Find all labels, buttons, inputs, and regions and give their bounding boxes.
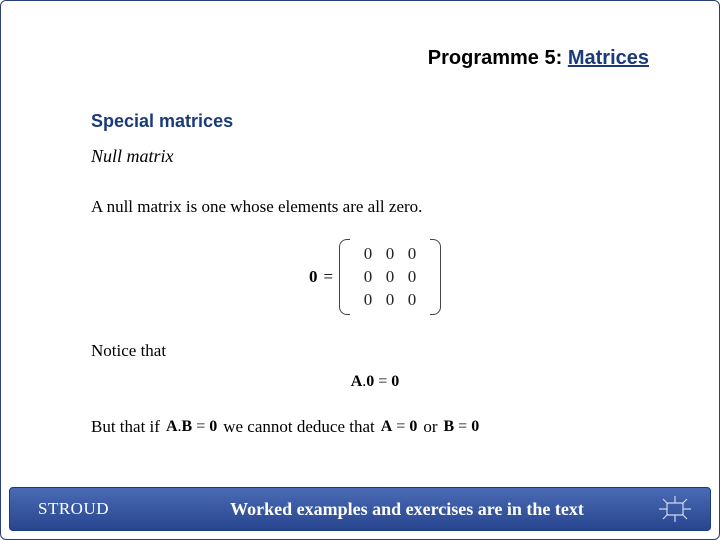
topic-label: Matrices [568, 47, 649, 69]
footer-bar: STROUD Worked examples and exercises are… [9, 487, 711, 531]
matrix-cell: 0 [386, 244, 395, 264]
eq-a0: A = 0 [381, 418, 418, 436]
null-matrix-equation: 0 = 0 0 0 0 0 0 0 0 0 [91, 239, 659, 315]
matrix-grid: 0 0 0 0 0 0 0 0 0 [349, 239, 431, 315]
matrix-brackets: 0 0 0 0 0 0 0 0 0 [339, 239, 441, 315]
matrix-lhs: 0 [309, 267, 318, 287]
footer-brand: STROUD [10, 499, 160, 519]
matrix-cell: 0 [408, 244, 417, 264]
notice-text: Notice that [91, 341, 166, 360]
slide-body: Special matrices Null matrix A null matr… [91, 111, 659, 437]
slide: Programme 5: Matrices Special matrices N… [0, 0, 720, 540]
matrix-cell: 0 [386, 267, 395, 287]
or-text: or [423, 417, 437, 437]
but-line: But that if A.B = 0 we cannot deduce tha… [91, 417, 659, 437]
section-subtitle: Null matrix [91, 146, 659, 167]
eq-b0: B = 0 [444, 418, 480, 436]
section-title: Special matrices [91, 111, 659, 132]
notice-equation: A.0 = 0 [351, 373, 400, 390]
left-paren-icon [339, 239, 349, 315]
right-paren-icon [431, 239, 441, 315]
matrix-cell: 0 [408, 267, 417, 287]
eq-ab: A.B = 0 [166, 418, 217, 436]
matrix-cell: 0 [408, 290, 417, 310]
matrix-cell: 0 [364, 290, 373, 310]
but-text: But that if [91, 417, 160, 437]
footer-text: Worked examples and exercises are in the… [160, 499, 654, 520]
matrix-cell: 0 [364, 267, 373, 287]
nav-compass-icon [654, 494, 696, 524]
matrix-cell: 0 [364, 244, 373, 264]
equals-sign: = [323, 267, 333, 287]
notice-equation-wrap: A.0 = 0 [91, 373, 659, 391]
programme-label: Programme 5: [428, 47, 563, 69]
slide-header: Programme 5: Matrices [428, 47, 649, 70]
mid-text: we cannot deduce that [223, 417, 375, 437]
matrix-cell: 0 [386, 290, 395, 310]
notice-line: Notice that [91, 341, 659, 361]
paragraph-definition: A null matrix is one whose elements are … [91, 197, 659, 217]
